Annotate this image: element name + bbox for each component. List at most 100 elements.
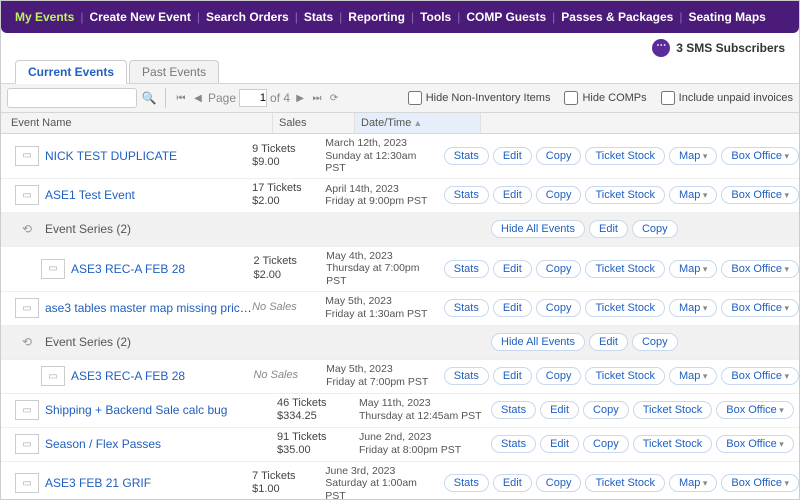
date-line1: June 3rd, 2023 xyxy=(325,465,395,477)
event-name-link[interactable]: ASE3 REC-A FEB 28 xyxy=(71,369,185,383)
edit-button[interactable]: Edit xyxy=(589,220,628,238)
ticket-stock-button[interactable]: Ticket Stock xyxy=(585,147,665,165)
column-event-name[interactable]: Event Name xyxy=(1,113,273,133)
stats-button[interactable]: Stats xyxy=(491,435,536,453)
checkbox[interactable] xyxy=(564,91,578,105)
ticket-stock-button[interactable]: Ticket Stock xyxy=(585,186,665,204)
box-office-button[interactable]: Box Office xyxy=(716,401,794,419)
stats-button[interactable]: Stats xyxy=(444,260,489,278)
copy-button[interactable]: Copy xyxy=(536,260,582,278)
nav-search-orders[interactable]: Search Orders xyxy=(202,10,293,24)
copy-button[interactable]: Copy xyxy=(536,299,582,317)
nav-stats[interactable]: Stats xyxy=(300,10,337,24)
row-actions: StatsEditCopyTicket StockMapBox Office xyxy=(438,186,799,204)
copy-button[interactable]: Copy xyxy=(583,401,629,419)
stats-button[interactable]: Stats xyxy=(444,299,489,317)
pager-last-icon[interactable]: ⏭ xyxy=(310,93,324,104)
event-name-link[interactable]: Shipping + Backend Sale calc bug xyxy=(45,403,227,417)
map-button[interactable]: Map xyxy=(669,147,717,165)
column-date-time[interactable]: Date/Time▲ xyxy=(355,113,481,133)
copy-button[interactable]: Copy xyxy=(536,367,582,385)
stats-button[interactable]: Stats xyxy=(444,186,489,204)
map-button[interactable]: Map xyxy=(669,186,717,204)
map-button[interactable]: Map xyxy=(669,367,717,385)
box-office-button[interactable]: Box Office xyxy=(721,186,799,204)
map-button[interactable]: Map xyxy=(669,474,717,492)
copy-button[interactable]: Copy xyxy=(536,474,582,492)
edit-button[interactable]: Edit xyxy=(493,367,532,385)
edit-button[interactable]: Edit xyxy=(493,260,532,278)
event-name-link[interactable]: Season / Flex Passes xyxy=(45,437,161,451)
event-name-link[interactable]: ase3 tables master map missing priceid xyxy=(45,301,252,315)
copy-button[interactable]: Copy xyxy=(583,435,629,453)
nav-tools[interactable]: Tools xyxy=(416,10,455,24)
nav-my-events[interactable]: My Events xyxy=(11,10,78,24)
row-actions: StatsEditCopyTicket StockBox Office xyxy=(485,435,799,453)
tab-current-events[interactable]: Current Events xyxy=(15,60,127,84)
edit-button[interactable]: Edit xyxy=(540,435,579,453)
event-name-link[interactable]: ASE3 REC-A FEB 28 xyxy=(71,262,185,276)
copy-button[interactable]: Copy xyxy=(536,147,582,165)
box-office-button[interactable]: Box Office xyxy=(716,435,794,453)
stats-button[interactable]: Stats xyxy=(444,147,489,165)
ticket-stock-button[interactable]: Ticket Stock xyxy=(633,435,713,453)
box-office-button[interactable]: Box Office xyxy=(721,474,799,492)
date-line1: May 4th, 2023 xyxy=(326,250,393,262)
pager-page-input[interactable] xyxy=(239,89,267,107)
pager-first-icon[interactable]: ⏮ xyxy=(174,93,188,104)
copy-button[interactable]: Copy xyxy=(632,220,678,238)
row-actions: StatsEditCopyTicket StockMapBox Office xyxy=(438,260,799,278)
ticket-stock-button[interactable]: Ticket Stock xyxy=(633,401,713,419)
ticket-stock-button[interactable]: Ticket Stock xyxy=(585,474,665,492)
refresh-icon[interactable]: ⟳ xyxy=(327,93,341,104)
filter-hide-non-inventory[interactable]: Hide Non-Inventory Items xyxy=(408,91,551,105)
date-line1: May 11th, 2023 xyxy=(359,397,431,409)
nav-seating-maps[interactable]: Seating Maps xyxy=(684,10,769,24)
box-office-button[interactable]: Box Office xyxy=(721,147,799,165)
nav-passes-packages[interactable]: Passes & Packages xyxy=(557,10,677,24)
date-cell: June 3rd, 2023Saturday at 1:00am PST xyxy=(325,465,437,500)
edit-button[interactable]: Edit xyxy=(493,299,532,317)
stats-button[interactable]: Stats xyxy=(444,474,489,492)
column-sales[interactable]: Sales xyxy=(273,113,355,133)
event-rows-container[interactable]: ▭NICK TEST DUPLICATE9 Tickets$9.00March … xyxy=(1,134,799,500)
nav-reporting[interactable]: Reporting xyxy=(344,10,409,24)
copy-button[interactable]: Copy xyxy=(536,186,582,204)
hide-all-events-button[interactable]: Hide All Events xyxy=(491,220,585,238)
edit-button[interactable]: Edit xyxy=(493,474,532,492)
ticket-stock-button[interactable]: Ticket Stock xyxy=(585,367,665,385)
edit-button[interactable]: Edit xyxy=(493,186,532,204)
ticket-stock-button[interactable]: Ticket Stock xyxy=(585,260,665,278)
pager-of-label: of 4 xyxy=(270,91,290,105)
search-icon[interactable]: 🔍 xyxy=(141,90,157,106)
tab-past-events[interactable]: Past Events xyxy=(129,60,219,83)
nav-comp-guests[interactable]: COMP Guests xyxy=(462,10,550,24)
edit-button[interactable]: Edit xyxy=(540,401,579,419)
column-actions xyxy=(481,113,799,133)
copy-button[interactable]: Copy xyxy=(632,333,678,351)
event-name-link[interactable]: ASE3 FEB 21 GRIF xyxy=(45,476,151,490)
stats-button[interactable]: Stats xyxy=(444,367,489,385)
pager-prev-icon[interactable]: ◀ xyxy=(191,93,205,104)
ticket-stock-button[interactable]: Ticket Stock xyxy=(585,299,665,317)
edit-button[interactable]: Edit xyxy=(493,147,532,165)
event-name-link[interactable]: NICK TEST DUPLICATE xyxy=(45,149,177,163)
box-office-button[interactable]: Box Office xyxy=(721,299,799,317)
event-name-link[interactable]: ASE1 Test Event xyxy=(45,188,135,202)
filter-hide-comps[interactable]: Hide COMPs xyxy=(564,91,646,105)
pager-next-icon[interactable]: ▶ xyxy=(293,93,307,104)
checkbox[interactable] xyxy=(661,91,675,105)
stats-button[interactable]: Stats xyxy=(491,401,536,419)
edit-button[interactable]: Edit xyxy=(589,333,628,351)
checkbox[interactable] xyxy=(408,91,422,105)
map-button[interactable]: Map xyxy=(669,299,717,317)
hide-all-events-button[interactable]: Hide All Events xyxy=(491,333,585,351)
search-input[interactable] xyxy=(7,88,137,108)
box-office-button[interactable]: Box Office xyxy=(721,367,799,385)
nav-create-new-event[interactable]: Create New Event xyxy=(85,10,194,24)
sort-asc-icon: ▲ xyxy=(413,118,422,128)
filter-include-unpaid[interactable]: Include unpaid invoices xyxy=(661,91,793,105)
map-button[interactable]: Map xyxy=(669,260,717,278)
sms-subscribers[interactable]: 3 SMS Subscribers xyxy=(1,33,799,57)
box-office-button[interactable]: Box Office xyxy=(721,260,799,278)
